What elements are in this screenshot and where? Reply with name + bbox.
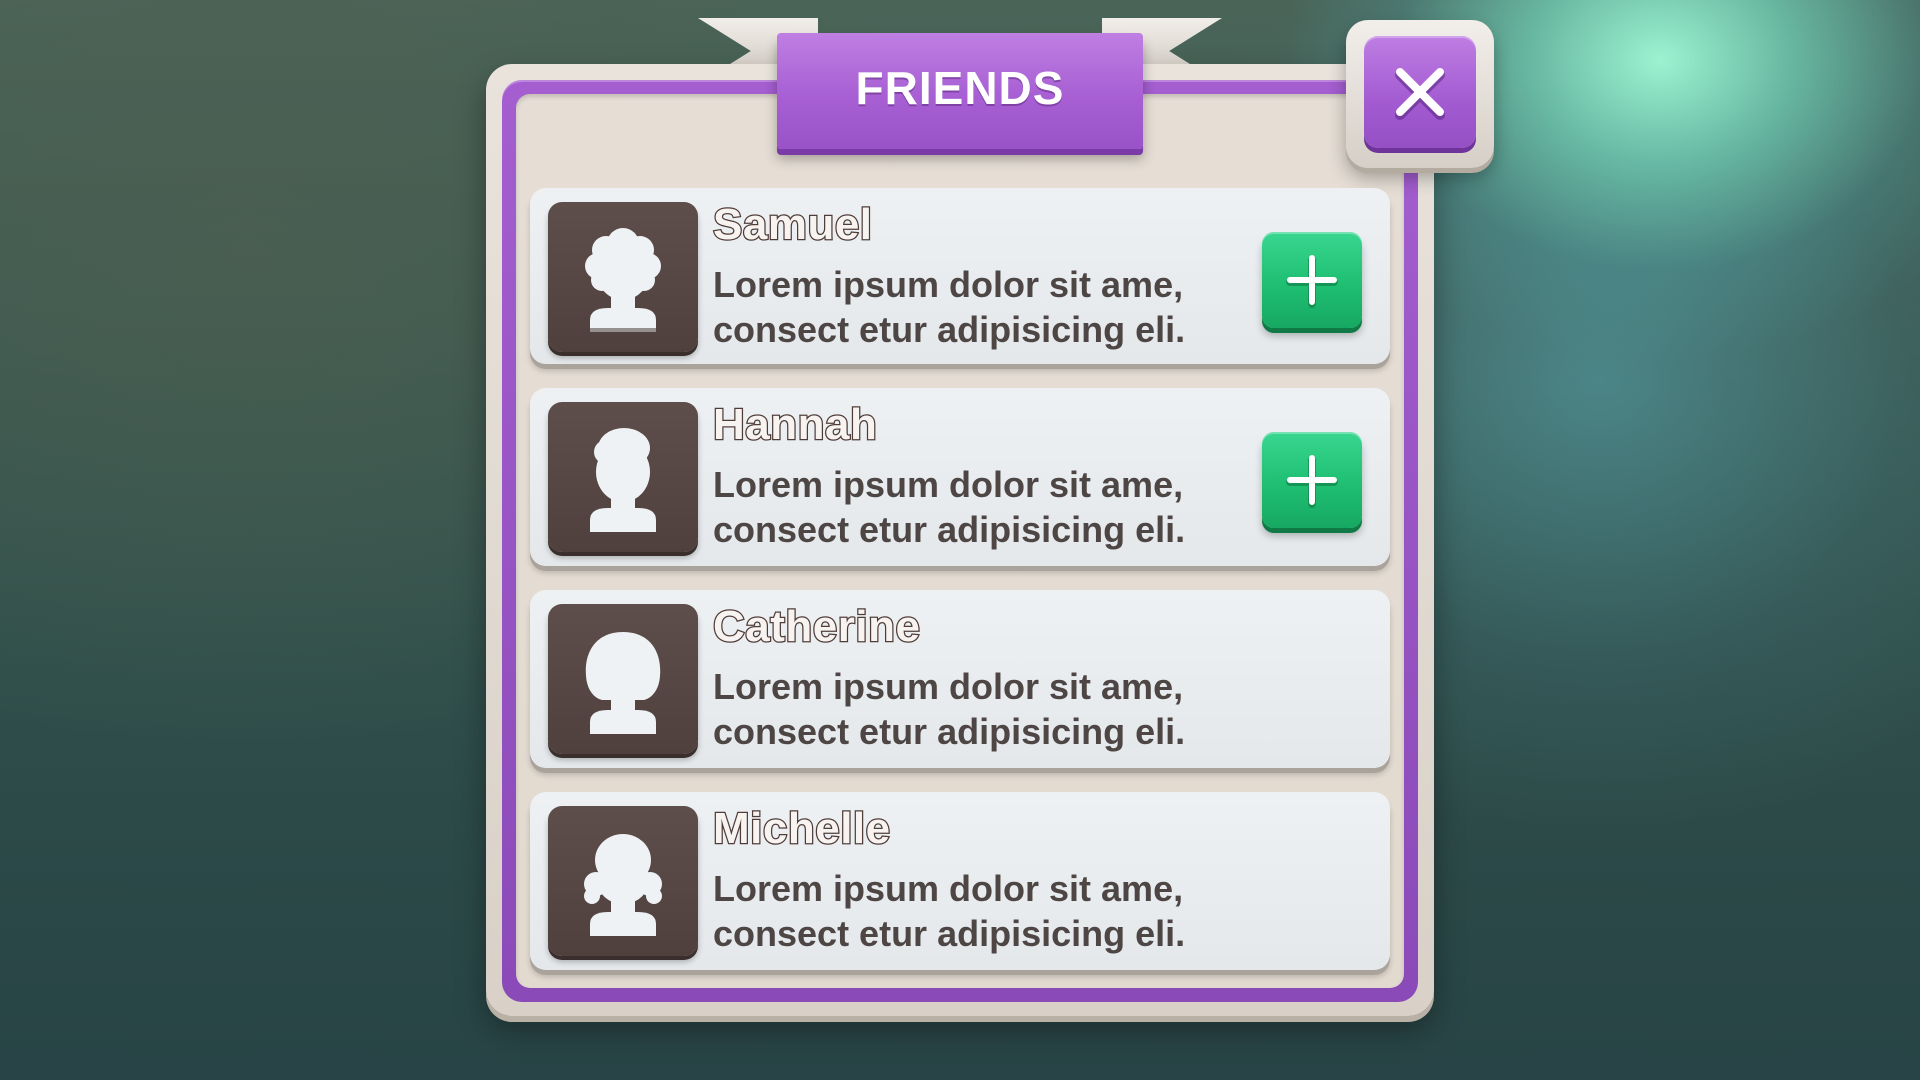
avatar	[548, 202, 698, 352]
add-friend-button[interactable]	[1262, 232, 1362, 328]
avatar	[548, 806, 698, 956]
dialog-title: FRIENDS	[855, 62, 1065, 114]
description-line: consect etur adipisicing eli.	[713, 913, 1186, 954]
description-line: Lorem ipsum dolor sit ame,	[713, 464, 1184, 505]
description-line: consect etur adipisicing eli.	[713, 711, 1186, 752]
friend-description: Lorem ipsum dolor sit ame, consect etur …	[713, 664, 1273, 754]
description-line: Lorem ipsum dolor sit ame,	[713, 868, 1184, 909]
friend-list: Samuel Lorem ipsum dolor sit ame, consec…	[530, 188, 1390, 970]
friend-name: Michelle	[712, 803, 892, 855]
plus-icon	[1286, 255, 1338, 308]
curly-hair-avatar-icon	[585, 228, 661, 332]
friend-name: Hannah	[712, 399, 878, 451]
short-hair-avatar-icon	[590, 428, 656, 532]
friend-description: Lorem ipsum dolor sit ame, consect etur …	[713, 262, 1273, 352]
friend-description: Lorem ipsum dolor sit ame, consect etur …	[713, 462, 1273, 552]
friend-card: Samuel Lorem ipsum dolor sit ame, consec…	[530, 188, 1390, 364]
description-line: Lorem ipsum dolor sit ame,	[713, 666, 1184, 707]
friend-card: Catherine Lorem ipsum dolor sit ame, con…	[530, 590, 1390, 768]
description-line: consect etur adipisicing eli.	[713, 509, 1186, 550]
description-line: Lorem ipsum dolor sit ame,	[713, 264, 1184, 305]
friend-card: Michelle Lorem ipsum dolor sit ame, cons…	[530, 792, 1390, 970]
friend-name: Catherine	[712, 601, 921, 653]
wavy-hair-avatar-icon	[584, 834, 662, 936]
description-line: consect etur adipisicing eli.	[713, 309, 1186, 350]
plus-icon	[1286, 455, 1338, 508]
bob-hair-avatar-icon	[585, 632, 661, 734]
title-banner: FRIENDS	[777, 33, 1143, 149]
friend-description: Lorem ipsum dolor sit ame, consect etur …	[713, 866, 1273, 956]
add-friend-button[interactable]	[1262, 432, 1362, 528]
avatar	[548, 604, 698, 754]
close-button-frame	[1346, 20, 1494, 168]
close-x-icon	[1395, 68, 1445, 120]
friend-card: Hannah Lorem ipsum dolor sit ame, consec…	[530, 388, 1390, 566]
friend-name: Samuel	[712, 199, 874, 251]
avatar	[548, 402, 698, 552]
close-button[interactable]	[1364, 36, 1476, 148]
